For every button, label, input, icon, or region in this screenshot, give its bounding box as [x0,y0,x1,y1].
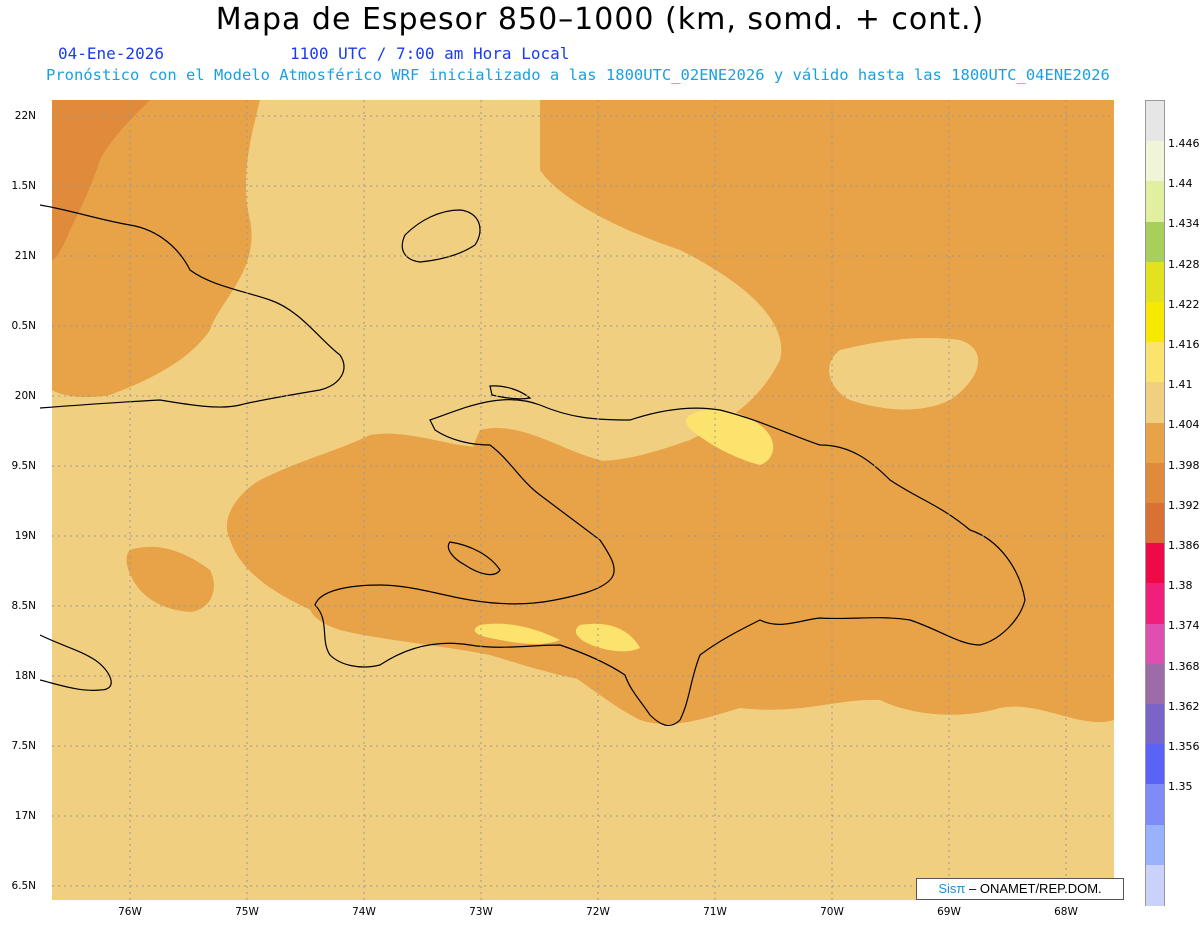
colorbar-segment [1146,422,1164,464]
colorbar-segment [1146,824,1164,866]
colorbar-segment [1146,583,1164,625]
colorbar-label: 1.404 [1168,418,1200,432]
colorbar-label: 1.416 [1168,338,1200,351]
colorbar-segment [1146,302,1164,343]
lon-label-72w: 72W [586,906,610,918]
lat-label-19-5n: 9.5N [11,460,36,472]
colorbar-segment [1146,261,1164,303]
colorbar-segment [1146,181,1164,223]
colorbar-label: 1.44 [1168,177,1193,191]
colorbar-segment [1146,342,1164,384]
lon-label-74w: 74W [352,906,376,918]
lat-label-19n: 19N [14,530,36,542]
lat-label-20n: 20N [14,390,36,402]
lon-label-69w: 69W [937,906,961,918]
forecast-description: Pronóstico con el Modelo Atmosférico WRF… [46,66,1110,84]
colorbar-label: 1.35 [1168,780,1193,794]
lon-label-70w: 70W [820,906,844,918]
lat-label-21n: 21N [14,250,36,262]
map-canvas [39,100,1115,900]
lon-label-76w: 76W [118,906,142,918]
lat-label-18n: 18N [14,670,36,682]
colorbar-label: 1.446 [1168,137,1200,150]
colorbar-label: 1.434 [1168,217,1200,231]
colorbar-label: 1.41 [1168,378,1193,392]
colorbar-segment [1146,864,1164,906]
credit-org: – ONAMET/REP.DOM. [968,881,1102,896]
colorbar-label: 1.362 [1168,699,1200,713]
colorbar-segment [1146,663,1164,705]
colorbar-segment [1146,744,1164,786]
forecast-time: 1100 UTC / 7:00 am Hora Local [290,44,570,63]
lon-label-73w: 73W [469,906,493,918]
colorbar-segment [1146,503,1164,544]
colorbar-label: 1.392 [1168,498,1200,512]
lat-label-18-5n: 8.5N [11,600,36,612]
lat-label-17-5n: 7.5N [11,740,36,752]
lat-label-20-5n: 0.5N [11,320,36,332]
colorbar-segment [1146,543,1164,585]
colorbar-label: 1.374 [1168,619,1200,633]
forecast-date: 04-Ene-2026 [58,44,164,63]
colorbar-segment [1146,623,1164,665]
colorbar-label: 1.398 [1168,458,1200,472]
colorbar-segment [1146,462,1164,504]
colorbar-label: 1.428 [1168,257,1200,271]
colorbar-segment [1146,382,1164,424]
colorbar [1145,100,1165,906]
colorbar-label: 1.38 [1168,579,1193,593]
lon-label-75w: 75W [235,906,259,918]
colorbar-segment [1146,221,1164,263]
colorbar-segment [1146,141,1164,183]
lat-label-17n: 17N [14,810,36,822]
lat-label-22n: 22N [14,110,36,122]
lat-label-16-5n: 6.5N [11,880,36,892]
colorbar-label: 1.422 [1168,297,1200,311]
colorbar-segment [1146,704,1164,745]
thickness-map [39,100,1136,900]
lon-label-71w: 71W [703,906,727,918]
colorbar-segment [1146,101,1164,142]
credit-brand: Sisπ [938,881,966,896]
colorbar-label: 1.368 [1168,659,1200,673]
map-title: Mapa de Espesor 850–1000 (km, somd. + co… [215,2,985,37]
colorbar-label: 1.356 [1168,740,1200,753]
lat-label-21-5n: 1.5N [11,180,36,192]
colorbar-segment [1146,784,1164,826]
credit-box: Sisπ – ONAMET/REP.DOM. [916,878,1124,900]
lon-label-68w: 68W [1054,906,1078,918]
colorbar-label: 1.386 [1168,539,1200,552]
